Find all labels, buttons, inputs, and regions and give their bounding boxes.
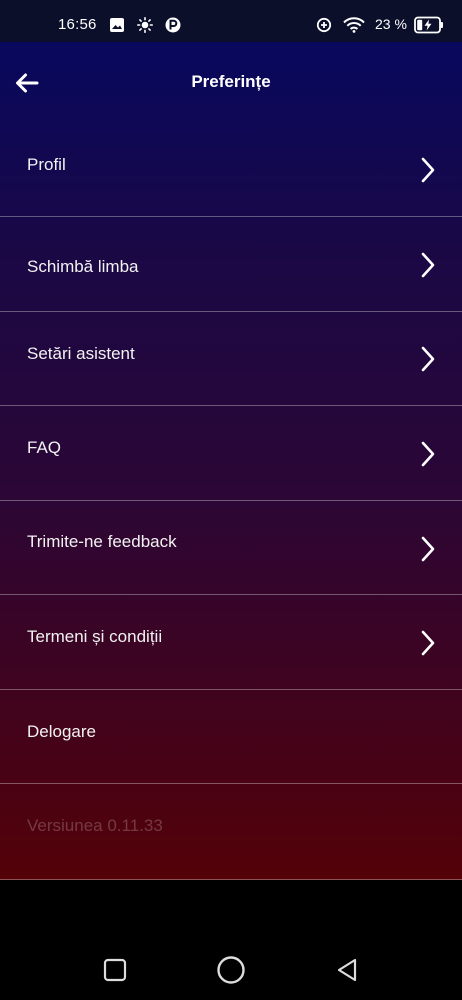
menu-item-label: FAQ — [27, 438, 62, 457]
wifi-icon — [343, 17, 365, 38]
recents-square-icon — [103, 958, 127, 982]
menu-item-label: Profil — [27, 155, 66, 174]
menu-item-terms-conditions[interactable]: Termeni și condiții — [0, 595, 462, 690]
chevron-right-icon — [421, 157, 435, 183]
system-navigation-bar — [0, 880, 462, 1000]
menu-item-logout[interactable]: Delogare — [0, 690, 462, 784]
back-triangle-icon — [337, 958, 357, 982]
menu-item-label: Schimbă limba — [27, 257, 139, 276]
menu-item-label: Termeni și condiții — [27, 627, 163, 646]
data-saver-icon — [316, 17, 332, 38]
parking-app-icon — [165, 17, 181, 38]
menu-item-label: Delogare — [27, 722, 96, 741]
home-circle-icon — [217, 956, 245, 984]
chevron-right-icon — [421, 536, 435, 562]
image-icon — [109, 17, 125, 38]
home-button[interactable] — [216, 955, 246, 990]
status-time: 16:56 — [58, 16, 97, 33]
version-text: Versiunea 0.11.33 — [27, 816, 163, 835]
version-row: Versiunea 0.11.33 — [0, 784, 462, 880]
app-bar: Preferințe — [0, 42, 462, 126]
chevron-right-icon — [421, 441, 435, 467]
back-nav-button[interactable] — [335, 957, 359, 988]
menu-item-assistant-settings[interactable]: Setări asistent — [0, 312, 462, 406]
chevron-right-icon — [421, 630, 435, 656]
chevron-right-icon — [421, 252, 435, 278]
status-bar: 16:56 23 % — [0, 0, 462, 42]
menu-item-label: Setări asistent — [27, 344, 135, 363]
page-title: Preferințe — [191, 72, 271, 91]
menu-item-send-feedback[interactable]: Trimite-ne feedback — [0, 501, 462, 595]
menu-item-profile[interactable]: Profil — [0, 126, 462, 217]
preferences-screen: Preferințe Profil Schimbă limba Setări a… — [0, 42, 462, 880]
battery-charging-icon — [414, 16, 444, 39]
menu-item-change-language[interactable]: Schimbă limba — [0, 217, 462, 312]
menu-item-label: Trimite-ne feedback — [27, 532, 177, 551]
recents-button[interactable] — [103, 958, 127, 987]
chevron-right-icon — [421, 346, 435, 372]
battery-percentage: 23 % — [375, 16, 407, 32]
menu-item-faq[interactable]: FAQ — [0, 406, 462, 501]
brightness-icon — [137, 17, 153, 38]
